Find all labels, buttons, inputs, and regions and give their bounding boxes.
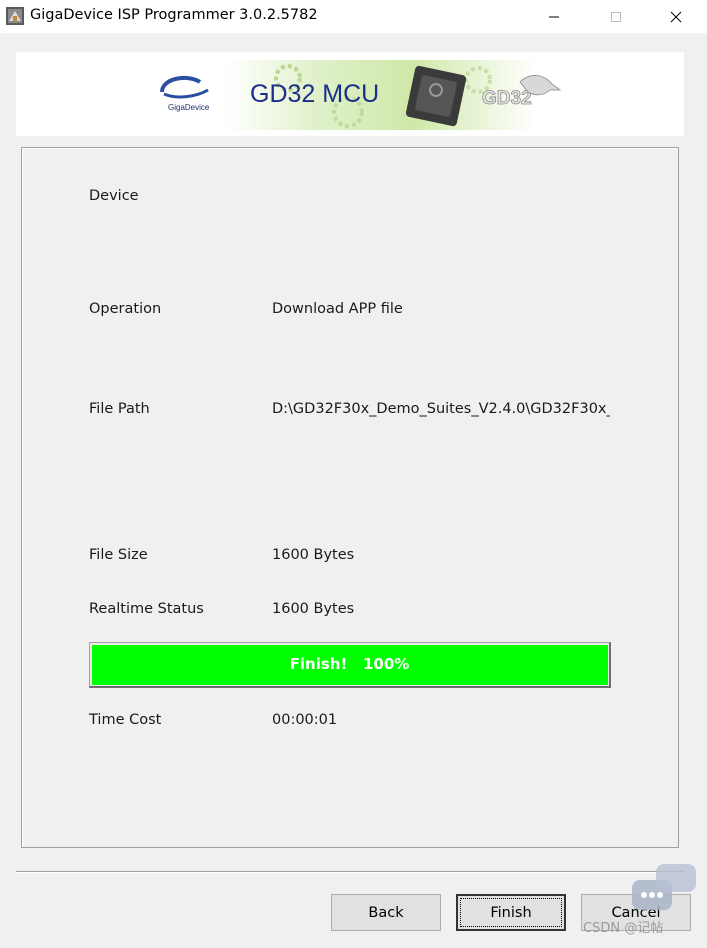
maximize-button[interactable] [593, 0, 639, 33]
divider [16, 871, 684, 873]
realtime-status-label: Realtime Status [89, 601, 204, 617]
chip-image [405, 65, 467, 127]
gd32-mark-text: GD32 [482, 88, 532, 109]
operation-value: Download APP file [272, 301, 403, 317]
minimize-icon [549, 16, 559, 17]
product-title: GD32 MCU [250, 80, 379, 108]
chat-bubble-icon [632, 864, 696, 910]
back-button[interactable]: Back [331, 894, 441, 931]
window-title: GigaDevice ISP Programmer 3.0.2.5782 [30, 7, 318, 23]
maximize-icon [611, 11, 621, 22]
time-cost-label: Time Cost [89, 712, 162, 728]
close-icon [670, 11, 682, 22]
file-path-value: D:\GD32F30x_Demo_Suites_V2.4.0\GD32F30x_… [272, 401, 610, 417]
app-icon [6, 7, 24, 25]
progress-bar: Finish! 100% [89, 642, 611, 688]
realtime-status-value: 1600 Bytes [272, 601, 355, 617]
company-logo-text: GigaDevice [168, 103, 210, 112]
time-cost-value: 00:00:01 [272, 712, 338, 728]
status-panel [21, 147, 679, 848]
finish-button[interactable]: Finish [456, 894, 566, 931]
file-path-label: File Path [89, 401, 150, 417]
file-size-label: File Size [89, 547, 148, 563]
device-label: Device [89, 188, 139, 204]
close-button[interactable] [653, 0, 699, 33]
progress-text: Finish! 100% [289, 655, 410, 673]
file-size-value: 1600 Bytes [272, 547, 355, 563]
banner: GigaDevice GD32 MCU GD32 [16, 52, 684, 136]
minimize-button[interactable] [531, 0, 577, 33]
title-bar: GigaDevice ISP Programmer 3.0.2.5782 [0, 0, 707, 33]
watermark-text: CSDN @记帖 [583, 921, 664, 936]
operation-label: Operation [89, 301, 162, 317]
gd32-banner-image: GigaDevice GD32 MCU GD32 [160, 60, 562, 130]
